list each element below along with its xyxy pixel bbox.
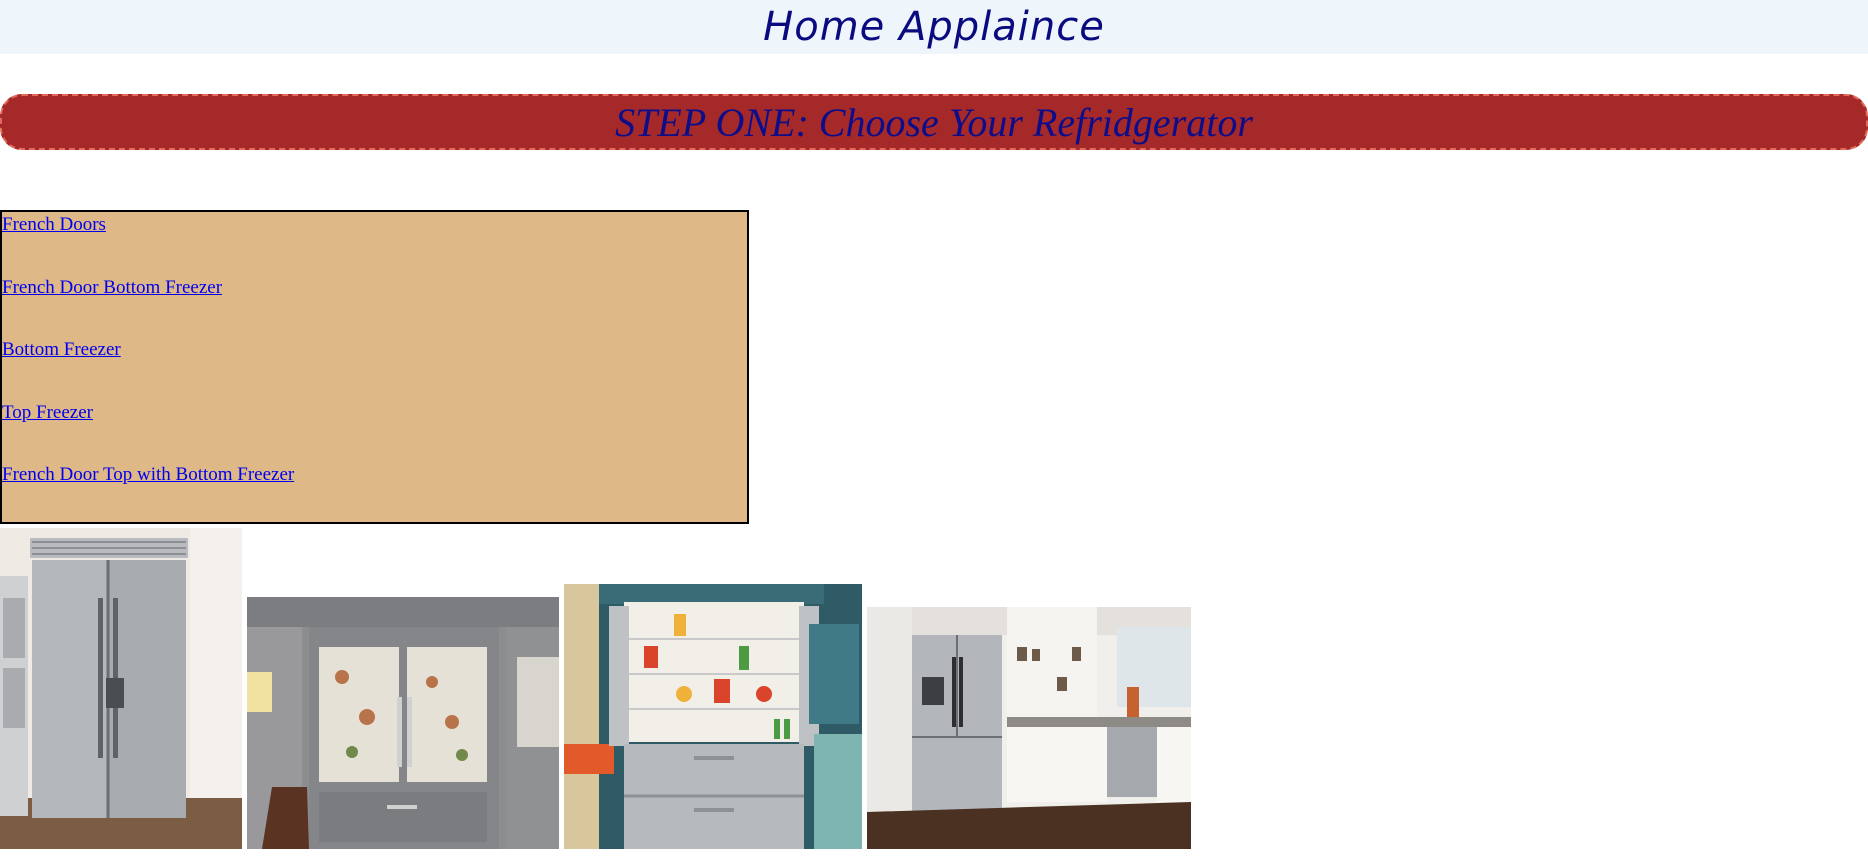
site-title: Home Applaince [763, 4, 1105, 50]
fridge-photo-glass-door [247, 597, 559, 849]
link-french-door-top-bottom-freezer[interactable]: French Door Top with Bottom Freezer [2, 464, 294, 485]
list-item: French Doors [2, 214, 106, 236]
fridge-photo-open-french-door [564, 584, 862, 849]
step-title: STEP ONE: Choose Your Refridgerator [615, 99, 1253, 145]
list-item: Top Freezer [2, 402, 93, 424]
list-item: French Door Bottom Freezer [2, 277, 222, 299]
fridge-photo-white-kitchen [867, 607, 1191, 849]
link-french-door-bottom-freezer[interactable]: French Door Bottom Freezer [2, 277, 222, 298]
step-banner: STEP ONE: Choose Your Refridgerator [0, 94, 1868, 150]
link-top-freezer[interactable]: Top Freezer [2, 402, 93, 423]
site-header: Home Applaince [0, 0, 1868, 54]
list-item: Bottom Freezer [2, 339, 121, 361]
refrigerator-type-menu: French Doors French Door Bottom Freezer … [0, 210, 749, 524]
fridge-photo-side-by-side [0, 528, 242, 849]
link-bottom-freezer[interactable]: Bottom Freezer [2, 339, 121, 360]
link-french-doors[interactable]: French Doors [2, 214, 106, 235]
list-item: French Door Top with Bottom Freezer [2, 464, 294, 486]
